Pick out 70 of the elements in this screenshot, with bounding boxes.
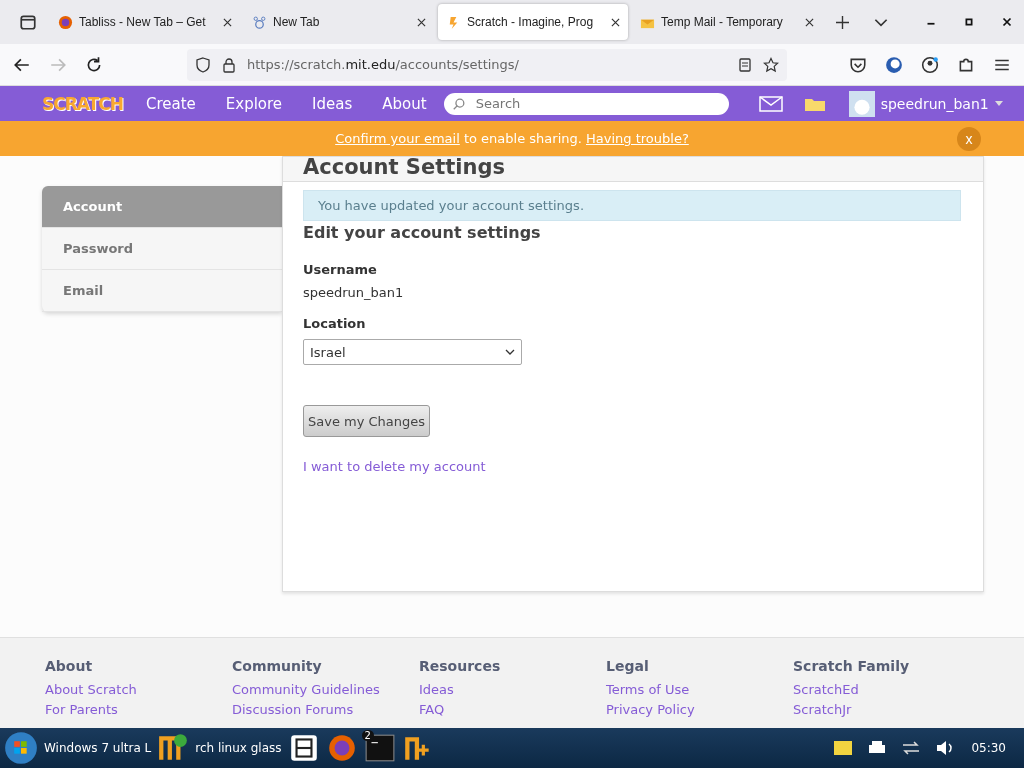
footer-heading: Legal xyxy=(606,658,649,674)
taskbar-window[interactable]: Windows 7 ultra L xyxy=(44,741,152,755)
footer-link[interactable]: Community Guidelines xyxy=(232,680,380,700)
start-button-icon[interactable] xyxy=(4,731,38,765)
close-icon[interactable] xyxy=(805,17,814,27)
footer-link[interactable]: FAQ xyxy=(419,700,445,720)
footer-link[interactable]: Discussion Forums xyxy=(232,700,354,720)
sidebar-item[interactable]: Account xyxy=(42,186,282,228)
footer-heading: Community xyxy=(232,658,322,674)
footer-heading: Resources xyxy=(419,658,501,674)
envelope-icon[interactable] xyxy=(758,95,783,112)
browser-tab[interactable]: Scratch - Imagine, Prog xyxy=(438,4,628,40)
close-button[interactable]: x xyxy=(957,127,981,151)
footer-heading: About xyxy=(45,658,93,674)
footer-link[interactable]: ScratchJr xyxy=(793,700,852,720)
reload-icon[interactable] xyxy=(85,55,103,74)
close-icon[interactable] xyxy=(611,17,620,27)
footer-heading: Scratch Family xyxy=(793,658,910,674)
close-icon[interactable] xyxy=(223,17,232,27)
close-icon[interactable] xyxy=(417,17,426,27)
success-alert: You have updated your account settings. xyxy=(303,190,961,221)
page-title: Account Settings xyxy=(283,157,983,182)
footer-link[interactable]: Ideas xyxy=(419,680,454,700)
delete-account-link[interactable]: I want to delete my account xyxy=(303,459,486,474)
star-icon[interactable] xyxy=(763,56,779,73)
browser-tab[interactable]: Temp Mail - Temporary xyxy=(632,4,822,40)
scratch-logo[interactable]: SCRATCH xyxy=(42,93,123,114)
section-title: Edit your account settings xyxy=(303,223,541,242)
username-menu[interactable]: speedrun_ban1 xyxy=(880,95,989,112)
chevron-down-icon xyxy=(505,349,515,355)
tab-list-icon[interactable] xyxy=(19,13,37,31)
close-icon[interactable] xyxy=(1000,15,1014,29)
nav-link[interactable]: Ideas xyxy=(297,94,368,113)
lock-icon xyxy=(221,56,237,73)
banner-text: Confirm your email to enable sharing. Having trouble? xyxy=(335,131,689,146)
save-button[interactable]: Save my Changes xyxy=(303,405,431,437)
location-dropdown[interactable]: Israel xyxy=(303,339,522,365)
footer-link[interactable]: For Parents xyxy=(45,700,118,720)
url-text: https://scratch.mit.edu/accounts/settings/ xyxy=(247,57,519,72)
taskbar-window[interactable]: rch linux glass xyxy=(195,741,282,755)
footer-link[interactable]: Privacy Policy xyxy=(606,700,695,720)
browser-tab[interactable]: Tabliss - New Tab – Get xyxy=(50,4,240,40)
window-count-badge: 2 xyxy=(361,730,374,741)
footer-link[interactable]: About Scratch xyxy=(45,680,137,700)
new-tab-icon[interactable] xyxy=(836,15,849,29)
field-label: Location xyxy=(303,316,366,331)
printer-icon[interactable] xyxy=(867,740,888,756)
footer-link[interactable]: Terms of Use xyxy=(606,680,690,700)
nav-link[interactable]: About xyxy=(367,94,442,113)
footer-link[interactable]: ScratchEd xyxy=(793,680,859,700)
browser-tab[interactable]: New Tab xyxy=(244,4,434,40)
search-icon xyxy=(451,96,466,111)
caret-icon[interactable] xyxy=(994,101,1003,106)
note-icon[interactable] xyxy=(833,740,854,756)
clock: 05:30 xyxy=(971,741,1006,755)
field-label: Username xyxy=(303,262,377,277)
nav-link[interactable]: Explore xyxy=(210,94,298,113)
reader-view-icon[interactable] xyxy=(737,56,753,73)
browser-logo-icon xyxy=(58,14,73,30)
username-value: speedrun_ban1 xyxy=(303,285,404,300)
globe-icon[interactable] xyxy=(885,55,903,74)
shield-icon xyxy=(195,56,211,73)
terminal-icon[interactable] xyxy=(363,732,396,764)
avatar-icon[interactable] xyxy=(848,90,875,117)
nav-link[interactable]: Create xyxy=(130,94,211,113)
search-field[interactable]: Search xyxy=(443,92,729,115)
account-icon[interactable] xyxy=(921,55,939,74)
network-icon[interactable] xyxy=(901,740,922,756)
address-bar[interactable]: https://scratch.mit.edu/accounts/settings/ xyxy=(187,48,787,81)
paw-icon xyxy=(252,14,267,30)
